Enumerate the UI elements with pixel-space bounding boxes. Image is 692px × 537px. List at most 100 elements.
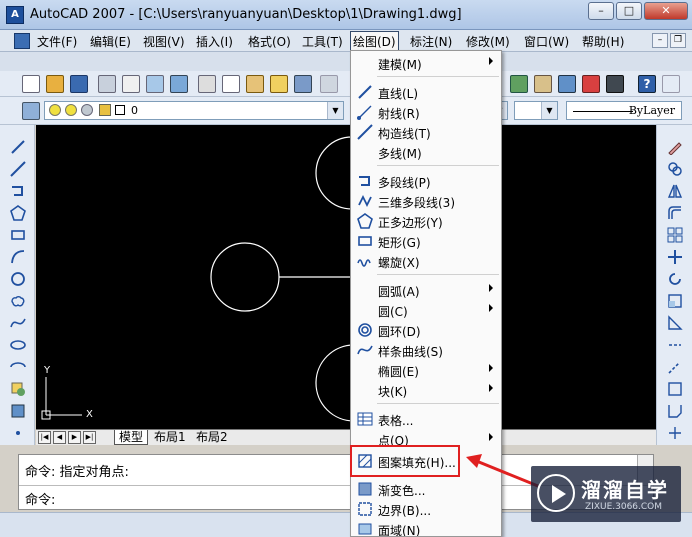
new-file-icon[interactable] — [22, 75, 40, 93]
menu-item-polyline[interactable]: 多段线(P) — [351, 171, 501, 191]
cut-icon[interactable] — [198, 75, 216, 93]
circle-icon[interactable] — [10, 271, 26, 287]
menu-item-ray[interactable]: 射线(R) — [351, 102, 501, 122]
chevron-down-icon[interactable]: ▼ — [327, 102, 343, 119]
layer-dropdown[interactable]: 0 ▼ — [44, 101, 344, 120]
tab-layout1[interactable]: 布局1 — [150, 430, 190, 445]
mirror-icon[interactable] — [667, 183, 683, 199]
array-icon[interactable] — [667, 227, 683, 243]
toolbar-overflow-icon[interactable] — [662, 75, 680, 93]
maximize-button[interactable]: □ — [616, 2, 642, 20]
circle-entity[interactable] — [210, 242, 280, 312]
menu-item-polygon[interactable]: 正多边形(Y) — [351, 211, 501, 231]
tab-last-icon[interactable]: ▶| — [83, 431, 96, 444]
menu-item-spline[interactable]: 样条曲线(S) — [351, 340, 501, 360]
autocad-app-icon[interactable]: A — [6, 6, 24, 24]
drawing-canvas[interactable]: Y X — [36, 125, 656, 429]
layer-lock-icon[interactable] — [99, 104, 111, 116]
copy-icon[interactable] — [222, 75, 240, 93]
layer-viewport-icon[interactable] — [81, 104, 93, 116]
document-icon[interactable] — [14, 33, 30, 49]
menu-item-block[interactable]: 块(K) — [351, 380, 501, 400]
undo-icon[interactable] — [320, 75, 338, 93]
polyline-icon[interactable] — [10, 183, 26, 199]
linetype-dropdown[interactable]: ▼ — [514, 101, 558, 120]
match-properties-icon[interactable] — [270, 75, 288, 93]
ellipse-icon[interactable] — [10, 337, 26, 353]
stretch-icon[interactable] — [667, 315, 683, 331]
menu-item-mline[interactable]: 多线(M) — [351, 142, 501, 162]
menu-modify[interactable]: 修改(M) — [466, 33, 510, 50]
menu-item-xline[interactable]: 构造线(T) — [351, 122, 501, 142]
menu-item-ellipse[interactable]: 椭圆(E) — [351, 360, 501, 380]
rectangle-icon[interactable] — [10, 227, 26, 243]
menu-item-helix[interactable]: 螺旋(X) — [351, 251, 501, 271]
tool-palettes-icon[interactable] — [534, 75, 552, 93]
menu-draw[interactable]: 绘图(D) — [350, 31, 399, 52]
menu-format[interactable]: 格式(O) — [248, 33, 291, 50]
menu-dimension[interactable]: 标注(N) — [410, 33, 452, 50]
layer-thaw-icon[interactable] — [65, 104, 77, 116]
menu-file[interactable]: 文件(F) — [37, 33, 77, 50]
menu-item-circle[interactable]: 圆(C) — [351, 300, 501, 320]
block-editor-icon[interactable] — [294, 75, 312, 93]
menu-item-rectangle[interactable]: 矩形(G) — [351, 231, 501, 251]
lineweight-dropdown[interactable]: ByLayer — [566, 101, 682, 120]
xline-icon[interactable] — [10, 161, 26, 177]
scale-icon[interactable] — [667, 293, 683, 309]
print-preview-icon[interactable] — [122, 75, 140, 93]
layer-manager-icon[interactable] — [22, 102, 40, 120]
menu-item-region[interactable]: 面域(N) — [351, 519, 501, 536]
print-icon[interactable] — [98, 75, 116, 93]
menu-edit[interactable]: 编辑(E) — [90, 33, 131, 50]
ellipse-arc-icon[interactable] — [10, 359, 26, 375]
publish-web-icon[interactable] — [170, 75, 188, 93]
help-icon[interactable]: ? — [638, 75, 656, 93]
menu-item-boundary[interactable]: 边界(B)... — [351, 499, 501, 519]
save-icon[interactable] — [70, 75, 88, 93]
open-file-icon[interactable] — [46, 75, 64, 93]
tab-first-icon[interactable]: |◀ — [38, 431, 51, 444]
menu-item-arc[interactable]: 圆弧(A) — [351, 280, 501, 300]
erase-icon[interactable] — [667, 139, 683, 155]
point-icon[interactable] — [10, 425, 26, 441]
make-block-icon[interactable] — [10, 403, 26, 419]
rotate-icon[interactable] — [667, 271, 683, 287]
menu-item-table[interactable]: 表格... — [351, 409, 501, 429]
arc-icon[interactable] — [10, 249, 26, 265]
menu-insert[interactable]: 插入(I) — [196, 33, 233, 50]
extend-icon[interactable] — [667, 359, 683, 375]
tab-next-icon[interactable]: ▶ — [68, 431, 81, 444]
polygon-icon[interactable] — [10, 205, 26, 221]
menu-help[interactable]: 帮助(H) — [582, 33, 624, 50]
line-icon[interactable] — [10, 139, 26, 155]
menu-item-3d-polyline[interactable]: 三维多段线(3) — [351, 191, 501, 211]
menu-item-donut[interactable]: 圆环(D) — [351, 320, 501, 340]
spline-icon[interactable] — [10, 315, 26, 331]
move-icon[interactable] — [667, 249, 683, 265]
menu-tools[interactable]: 工具(T) — [302, 33, 343, 50]
command-prompt[interactable]: 命令: — [25, 489, 55, 508]
chamfer-icon[interactable] — [667, 403, 683, 419]
break-icon[interactable] — [667, 381, 683, 397]
menu-view[interactable]: 视图(V) — [143, 33, 185, 50]
layer-on-icon[interactable] — [49, 104, 61, 116]
copy-object-icon[interactable] — [667, 161, 683, 177]
revcloud-icon[interactable] — [10, 293, 26, 309]
insert-block-icon[interactable] — [10, 381, 26, 397]
publish-icon[interactable] — [146, 75, 164, 93]
close-button[interactable]: ✕ — [644, 2, 688, 20]
tab-model[interactable]: 模型 — [114, 430, 149, 445]
sheet-set-icon[interactable] — [558, 75, 576, 93]
explode-icon[interactable] — [667, 425, 683, 441]
designcenter-icon[interactable] — [510, 75, 528, 93]
menu-window[interactable]: 窗口(W) — [524, 33, 569, 50]
minimize-button[interactable]: – — [588, 2, 614, 20]
tab-layout2[interactable]: 布局2 — [192, 430, 232, 445]
tab-prev-icon[interactable]: ◀ — [53, 431, 66, 444]
menu-item-modeling[interactable]: 建模(M) — [351, 53, 501, 73]
doc-restore-button[interactable]: ❐ — [670, 33, 686, 48]
trim-icon[interactable] — [667, 337, 683, 353]
calculator-icon[interactable] — [606, 75, 624, 93]
offset-icon[interactable] — [667, 205, 683, 221]
